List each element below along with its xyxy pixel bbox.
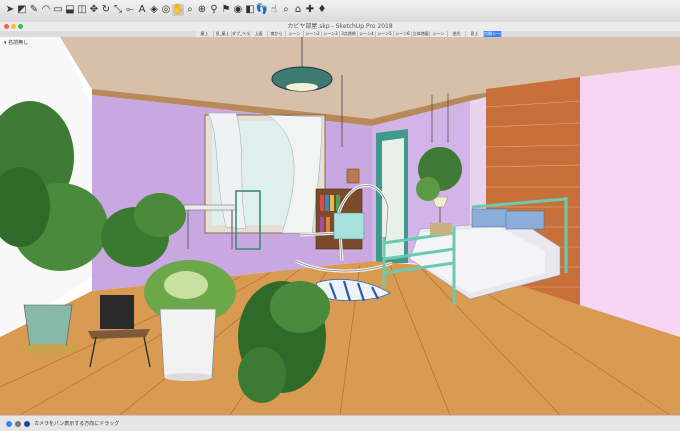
eraser-icon[interactable]: ◩ (16, 4, 28, 16)
ruby-icon[interactable]: ♦ (316, 4, 328, 16)
warehouse-icon[interactable]: ⌂ (292, 4, 304, 16)
pillow-1 (471, 208, 509, 228)
rotate-icon[interactable]: ↻ (100, 4, 112, 16)
credits-icon[interactable] (15, 421, 21, 427)
look-around-icon[interactable]: ◉ (232, 4, 244, 16)
walk-icon[interactable]: ⚲ (208, 4, 220, 16)
model-viewport[interactable]: ▾ 名前無し (0, 37, 680, 415)
wall-picture (346, 168, 360, 184)
select-icon[interactable]: ➤ (4, 4, 16, 16)
hand-icon[interactable]: ☝ (268, 4, 280, 16)
nightstand (430, 223, 452, 235)
chair-cushion (333, 212, 365, 240)
magnifier-icon[interactable]: ⌕ (280, 4, 292, 16)
layer-label: ▾ 名前無し (4, 40, 29, 46)
status-bar: カメラをパン表示する方向にドラッグ (0, 415, 680, 431)
desk-top (183, 204, 237, 211)
text-icon[interactable]: A (136, 4, 148, 16)
window-title: カビヤ部屋.skp - SketchUp Pro 2018 (287, 23, 393, 30)
pillow-2 (505, 210, 545, 230)
position-camera-icon[interactable]: ⚑ (220, 4, 232, 16)
section-plane-icon[interactable]: ◧ (244, 4, 256, 16)
orbit-icon[interactable]: ◎ (160, 4, 172, 16)
scale-icon[interactable]: ⤡ (112, 4, 124, 16)
push-pull-icon[interactable]: ⬓ (64, 4, 76, 16)
pencil-icon[interactable]: ✎ (28, 4, 40, 16)
lamp-bulb (286, 83, 318, 91)
paint-bucket-icon[interactable]: ◈ (148, 4, 160, 16)
zoom-extents-icon[interactable]: ⊕ (196, 4, 208, 16)
offset-icon[interactable]: ◫ (76, 4, 88, 16)
tape-measure-icon[interactable]: ⟜ (124, 4, 136, 16)
footprints-icon[interactable]: 👣 (256, 4, 268, 16)
extension-icon[interactable]: ✚ (304, 4, 316, 16)
rectangle-icon[interactable]: ▭ (52, 4, 64, 16)
title-bar: カビヤ部屋.skp - SketchUp Pro 2018 (0, 22, 680, 31)
help-icon[interactable] (24, 421, 30, 427)
pink-wall (580, 65, 680, 337)
main-toolbar: ➤ ◩ ✎ ◠ ▭ ⬓ ◫ ✥ ↻ ⤡ ⟜ A ◈ ◎ ✋ ⌕ ⊕ ⚲ ⚑ ◉ ◧ 👣 ☝ ⌕ ⌂ ✚ ♦ (0, 0, 680, 23)
status-text: カメラをパン表示する方向にドラッグ (34, 421, 120, 427)
sketchup-window: ➤ ◩ ✎ ◠ ▭ ⬓ ◫ ✥ ↻ ⤡ ⟜ A ◈ ◎ ✋ ⌕ ⊕ ⚲ ⚑ ◉ ◧ 👣 ☝ ⌕ ⌂ ✚ ♦ カビヤ部屋.skp - … (0, 0, 680, 431)
move-icon[interactable]: ✥ (88, 4, 100, 16)
zoom-icon[interactable]: ⌕ (184, 4, 196, 16)
pan-icon[interactable]: ✋ (172, 4, 184, 16)
geo-location-icon[interactable] (6, 421, 12, 427)
arc-icon[interactable]: ◠ (40, 4, 52, 16)
room-scene (0, 37, 680, 415)
